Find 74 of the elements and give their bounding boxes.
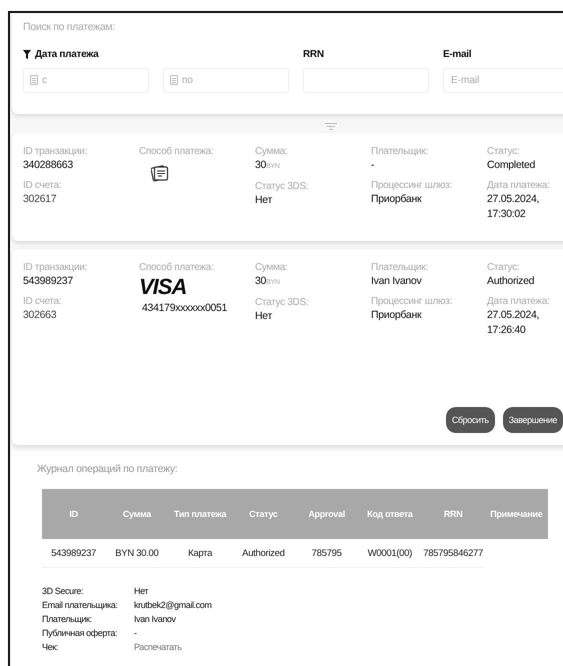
field-label: Процессинг шлюз: xyxy=(371,296,453,308)
column-header: Примечание xyxy=(490,509,542,519)
detail-value: Нет xyxy=(134,585,150,597)
field-value: Приорбанк xyxy=(371,308,422,323)
input-field[interactable]: E-mail xyxy=(443,68,563,93)
column-header: Approval xyxy=(308,509,345,519)
table-cell: Authorized xyxy=(242,548,285,558)
column-header: Статус xyxy=(249,509,278,519)
table-cell: 543989237 xyxy=(51,548,96,558)
table-cell: Карта xyxy=(188,548,212,558)
action-button[interactable]: Сбросить xyxy=(446,407,495,433)
field-label: Статус: xyxy=(487,262,520,274)
field-value: 302617 xyxy=(23,192,58,207)
field-value: Приорбанк xyxy=(371,192,422,207)
filter-toggle-icon[interactable] xyxy=(325,123,337,130)
filter-label: RRN xyxy=(303,48,324,60)
field-value: 302663 xyxy=(23,308,58,323)
field-label: Статус: xyxy=(487,146,520,158)
table-cell: 785795846277 xyxy=(423,548,484,558)
detail-value: - xyxy=(134,627,138,639)
field-value: 340288663 xyxy=(23,158,74,173)
table-cell: 785795 xyxy=(312,548,342,558)
search-title: Поиск по платежам: xyxy=(23,21,116,33)
field-label: ID счета: xyxy=(23,180,62,192)
field-value: Нет xyxy=(255,309,274,324)
detail-label: Чек: xyxy=(42,641,59,653)
field-label: ID счета: xyxy=(23,296,62,308)
field-label: Способ платежа: xyxy=(139,262,214,274)
field-label: Процессинг шлюз: xyxy=(371,180,453,192)
detail-label: Публичная оферта: xyxy=(42,627,118,639)
field-label: Сумма: xyxy=(255,262,288,274)
field-value: Completed xyxy=(487,158,536,173)
field-label: Способ платежа: xyxy=(139,146,214,158)
detail-label: Плательщик: xyxy=(42,613,93,625)
field-value: Нет xyxy=(255,193,274,208)
field-label: ID транзакции: xyxy=(23,262,88,274)
field-value: - xyxy=(371,158,376,173)
input-field[interactable]: по xyxy=(163,68,289,93)
column-header: Тип платежа xyxy=(174,509,226,519)
field-label: Сумма: xyxy=(255,146,288,158)
table-cell: BYN 30.00 xyxy=(115,548,158,558)
detail-label: Email плательщика: xyxy=(42,599,118,611)
cards-icon xyxy=(151,164,169,183)
journal-title: Журнал операций по платежу: xyxy=(37,463,178,475)
calendar-icon xyxy=(170,75,178,85)
table-cell: W0001(00) xyxy=(368,548,412,558)
visa-logo: VISA xyxy=(139,276,186,298)
calendar-icon xyxy=(30,75,38,85)
field-value: Ivan Ivanov xyxy=(371,274,423,289)
print-link[interactable]: Распечатать xyxy=(134,641,182,653)
column-header: RRN xyxy=(444,509,462,519)
detail-value: Ivan Ivanov xyxy=(134,613,177,625)
detail-value: krutbek2@gmail.com xyxy=(134,599,212,611)
field-label: Статус 3DS: xyxy=(255,297,310,309)
card-number: 434179xxxxxx0051 xyxy=(142,301,228,316)
field-label: Плательщик: xyxy=(371,146,429,158)
field-label: Плательщик: xyxy=(371,262,429,274)
field-label: Дата платежа: xyxy=(487,180,551,192)
field-label: Дата платежа: xyxy=(487,296,551,308)
field-label: Статус 3DS: xyxy=(255,181,310,193)
action-button[interactable]: Завершение xyxy=(502,407,563,433)
column-header: Сумма xyxy=(122,509,151,519)
field-value: 543989237 xyxy=(23,274,74,289)
filter-label: Дата платежа xyxy=(35,48,98,60)
field-value: 27.05.2024, 17:26:40 xyxy=(487,308,540,338)
column-header: Код ответа xyxy=(367,509,413,519)
filter-icon[interactable] xyxy=(23,50,32,58)
input-field[interactable]: с xyxy=(23,68,149,93)
filter-label: E-mail xyxy=(443,48,472,60)
field-value: Authorized xyxy=(487,274,536,289)
detail-label: 3D Secure: xyxy=(42,585,84,597)
field-value: 27.05.2024, 17:30:02 xyxy=(487,192,540,222)
field-label: ID транзакции: xyxy=(23,146,88,158)
column-header: ID xyxy=(69,509,78,519)
